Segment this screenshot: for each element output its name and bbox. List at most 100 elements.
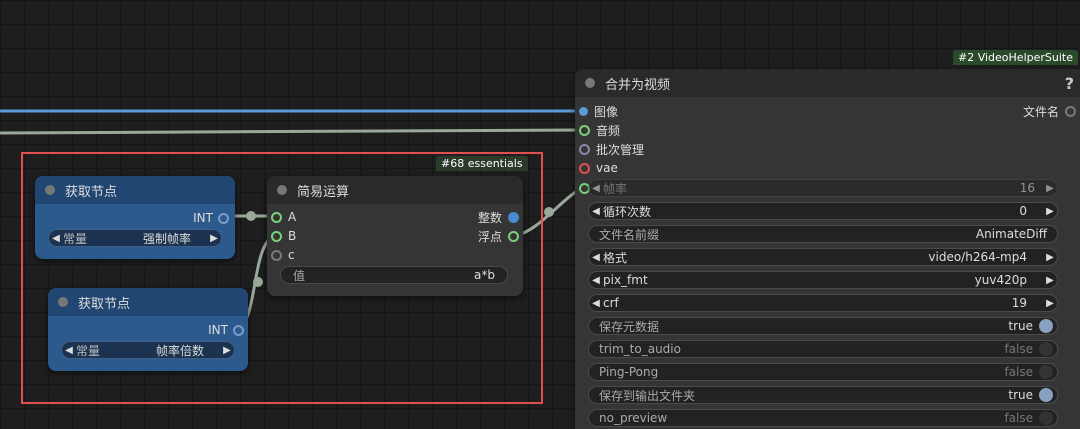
widget-label: crf [603,296,619,310]
output-slot-icon[interactable] [508,211,519,223]
widget-save-metadata[interactable]: 保存元数据 true [588,317,1058,335]
input-slot-icon[interactable] [579,162,590,174]
collapse-dot-icon[interactable] [45,185,55,195]
group-badge-essentials: #68 essentials [436,156,528,171]
widget-save-output[interactable]: 保存到输出文件夹 true [588,386,1058,404]
right-arrow-icon[interactable]: ▶ [1043,206,1057,217]
input-label: c [288,248,295,262]
output-slot-icon[interactable] [218,212,229,224]
get-node-2-title: 获取节点 [78,296,131,312]
right-arrow-icon[interactable]: ▶ [1043,275,1057,286]
collapse-dot-icon[interactable] [277,185,287,195]
input-label: 图像 [594,104,619,119]
math-output-int[interactable]: 整数 [478,208,519,226]
math-input-a[interactable]: A [271,208,296,226]
widget-value: true [1008,388,1033,402]
widget-label: 保存元数据 [599,319,660,334]
math-node[interactable]: 简易运算 A B c 整数 浮点 值 a*b [267,176,523,296]
get-node-1-output[interactable]: INT [193,209,229,227]
widget-value: false [1004,365,1033,379]
toggle-on-icon[interactable] [1039,388,1053,402]
widget-trim-to-audio[interactable]: trim_to_audio false [588,340,1058,358]
get-node-2-header[interactable]: 获取节点 [48,288,248,316]
video-combine-node[interactable]: 合并为视频 ? 图像 音频 批次管理 vae 文件名 ◀ 帧率 16 ▶ ◀ 循… [575,69,1080,429]
video-input-batch[interactable]: 批次管理 [579,140,644,158]
widget-value: 16 [1019,181,1035,195]
right-arrow-icon[interactable]: ▶ [220,345,234,356]
widget-label: no_preview [599,411,668,425]
input-label: 音频 [596,123,621,138]
math-output-float[interactable]: 浮点 [478,227,519,245]
math-node-header[interactable]: 简易运算 [267,176,523,204]
output-label: 文件名 [1022,104,1059,119]
widget-value: a*b [474,268,495,282]
video-input-audio[interactable]: 音频 [579,121,620,139]
widget-label: 格式 [603,250,628,265]
toggle-off-icon[interactable] [1039,411,1053,425]
collapse-dot-icon[interactable] [58,297,68,307]
widget-crf[interactable]: ◀ crf 19 ▶ [588,294,1058,312]
widget-no-preview[interactable]: no_preview false [588,409,1058,427]
get-node-2-widget[interactable]: ◀ 常量 帧率倍数 ▶ [61,341,235,359]
input-slot-icon[interactable] [579,124,590,136]
widget-label: 文件名前缀 [599,227,660,242]
right-arrow-icon[interactable]: ▶ [1043,252,1057,263]
widget-ping-pong[interactable]: Ping-Pong false [588,363,1058,381]
widget-framerate[interactable]: ◀ 帧率 16 ▶ [588,179,1058,197]
get-node-2[interactable]: 获取节点 INT ◀ 常量 帧率倍数 ▶ [48,288,248,371]
widget-pix-fmt[interactable]: ◀ pix_fmt yuv420p ▶ [588,271,1058,289]
widget-value: false [1004,342,1033,356]
get-node-2-output[interactable]: INT [208,321,244,339]
video-input-images[interactable]: 图像 [579,102,618,120]
video-input-vae[interactable]: vae [579,159,618,177]
input-slot-icon[interactable] [579,106,588,116]
output-slot-icon[interactable] [508,230,519,242]
widget-filename-prefix[interactable]: 文件名前缀 AnimateDiff [588,225,1058,243]
widget-value: 19 [1011,296,1027,310]
widget-value: false [1004,411,1033,425]
input-slot-icon[interactable] [271,230,282,242]
get-node-1[interactable]: 获取节点 INT ◀ 常量 强制帧率 ▶ [35,176,235,259]
widget-label: 帧率 [603,181,628,196]
left-arrow-icon[interactable]: ◀ [49,233,63,244]
left-arrow-icon[interactable]: ◀ [589,275,603,286]
math-expression-field[interactable]: 值 a*b [280,266,508,284]
widget-value: 强制帧率 [142,231,191,246]
math-input-c[interactable]: c [271,246,295,264]
widget-value: yuv420p [974,273,1027,287]
left-arrow-icon[interactable]: ◀ [62,345,76,356]
input-slot-icon[interactable] [579,143,590,155]
right-arrow-icon[interactable]: ▶ [207,233,221,244]
video-node-title: 合并为视频 [605,77,671,93]
widget-label: 值 [293,268,306,283]
widget-loop-count[interactable]: ◀ 循环次数 0 ▶ [588,202,1058,220]
node-badge-videohelper: #2 VideoHelperSuite [953,50,1078,65]
output-slot-icon[interactable] [233,324,244,336]
get-node-1-header[interactable]: 获取节点 [35,176,235,204]
input-label: B [288,229,297,243]
widget-label: pix_fmt [603,273,648,287]
left-arrow-icon[interactable]: ◀ [589,252,603,263]
toggle-off-icon[interactable] [1039,342,1053,356]
get-node-1-title: 获取节点 [65,184,118,200]
widget-format[interactable]: ◀ 格式 video/h264-mp4 ▶ [588,248,1058,266]
input-slot-icon[interactable] [271,211,282,223]
input-slot-icon[interactable] [271,249,282,261]
widget-value: 0 [1019,204,1027,218]
video-output-filenames[interactable]: 文件名 [1023,102,1076,120]
right-arrow-icon[interactable]: ▶ [1043,183,1057,194]
widget-value: true [1008,319,1033,333]
left-arrow-icon[interactable]: ◀ [589,206,603,217]
video-node-header[interactable]: 合并为视频 [575,69,1080,97]
output-slot-icon[interactable] [1065,105,1076,117]
get-node-1-widget[interactable]: ◀ 常量 强制帧率 ▶ [48,229,222,247]
toggle-off-icon[interactable] [1039,365,1053,379]
right-arrow-icon[interactable]: ▶ [1043,298,1057,309]
help-icon[interactable]: ? [1065,74,1074,93]
left-arrow-icon[interactable]: ◀ [589,183,603,194]
widget-value: AnimateDiff [975,227,1047,241]
toggle-on-icon[interactable] [1039,319,1053,333]
collapse-dot-icon[interactable] [585,78,595,88]
left-arrow-icon[interactable]: ◀ [589,298,603,309]
math-input-b[interactable]: B [271,227,296,245]
